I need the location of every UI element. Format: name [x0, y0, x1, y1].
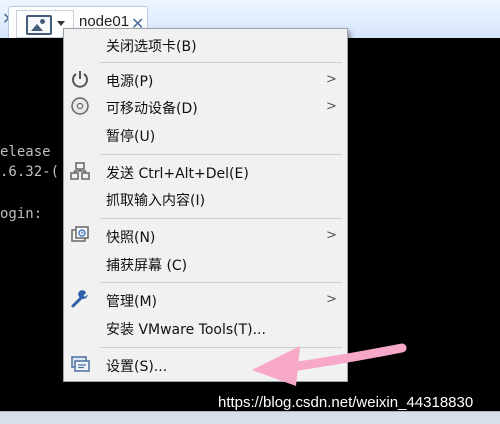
watermark-url: https://blog.csdn.net/weixin_44318830: [218, 394, 474, 411]
annotation-arrow: [252, 343, 407, 386]
